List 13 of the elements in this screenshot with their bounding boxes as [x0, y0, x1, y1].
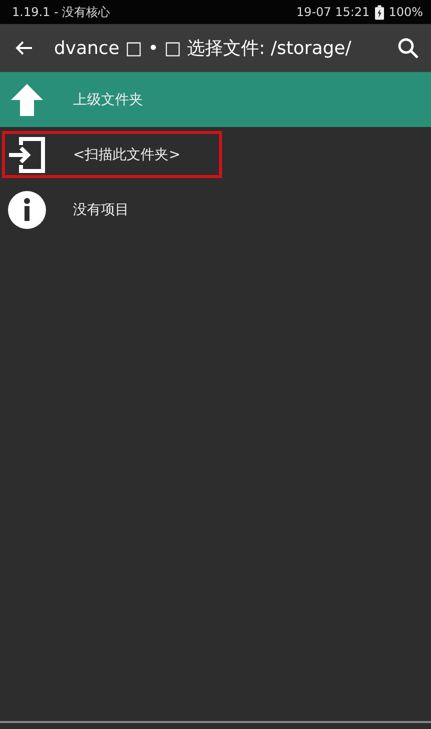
enter-icon	[7, 134, 47, 174]
item-label: 没有项目	[73, 200, 129, 218]
file-list-item[interactable]: 没有项目	[0, 182, 431, 237]
status-text: 1.19.1 - 没有核心	[12, 4, 110, 20]
file-list-item[interactable]: <扫描此文件夹>	[0, 127, 431, 182]
search-icon[interactable]	[397, 37, 419, 59]
battery-percent: 100%	[388, 5, 423, 19]
info-icon	[7, 190, 47, 230]
clock-text: 19-07 15:21	[296, 5, 370, 19]
item-label: <扫描此文件夹>	[73, 146, 180, 164]
battery-icon	[374, 4, 384, 20]
toolbar-title: dvance □ • □ 选择文件: /storage/	[54, 37, 352, 60]
item-label: 上级文件夹	[73, 90, 143, 108]
